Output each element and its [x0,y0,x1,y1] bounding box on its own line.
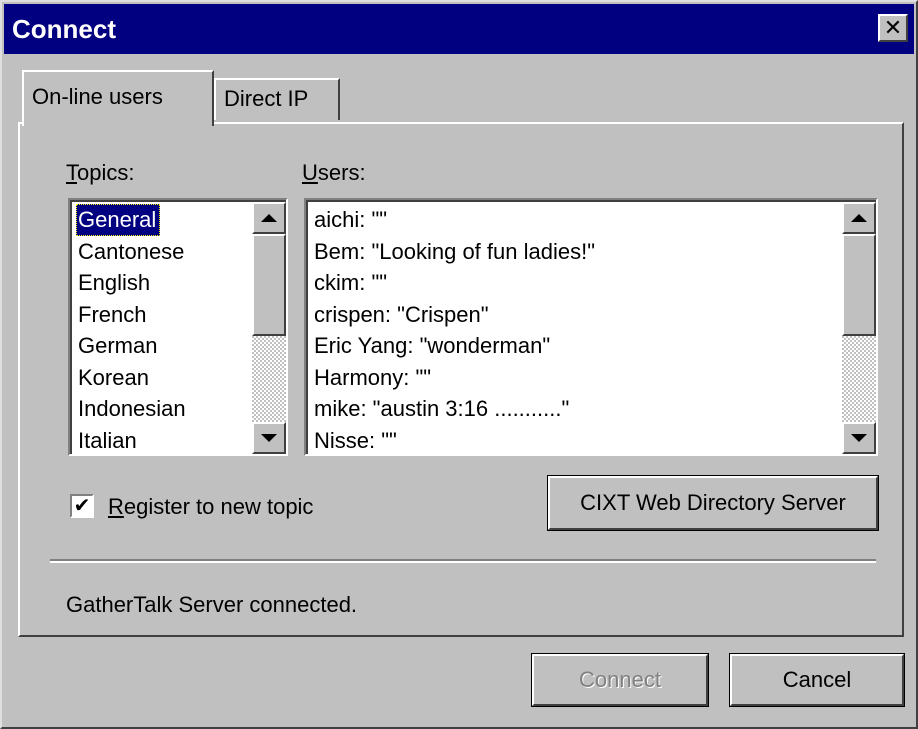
topics-label-text: Topics: [66,160,135,185]
topic-list-item[interactable]: Indonesian [76,393,190,425]
user-list-item[interactable]: mike: "austin 3:16 ..........." [312,393,599,425]
user-list-item[interactable]: crispen: "Crispen" [312,299,599,331]
topic-list-item[interactable]: English [76,267,190,299]
topic-list-item[interactable]: German [76,330,190,362]
user-list-item[interactable]: Eric Yang: "wonderman" [312,330,599,362]
user-list-item[interactable]: Bem: "Looking of fun ladies!" [312,236,599,268]
topic-list-item[interactable]: General [76,204,161,236]
scroll-down-icon[interactable] [252,422,286,454]
cancel-button-label: Cancel [782,667,852,692]
close-icon[interactable]: ✕ [878,14,908,42]
users-scroll-thumb[interactable] [842,234,876,336]
users-list: aichi: "" Bem: "Looking of fun ladies!" ck… [312,204,599,454]
user-list-item[interactable]: Harmony: "" [312,362,599,394]
tab-direct-ip-label: Direct IP [224,86,309,111]
users-listbox[interactable]: aichi: "" Bem: "Looking of fun ladies!" ck… [304,198,878,456]
user-list-item[interactable]: Nisse: "" [312,425,599,455]
user-list-item[interactable]: ckim: "" [312,267,599,299]
register-label[interactable]: Register to new topic [108,494,313,520]
title-bar: Connect ✕ [4,4,914,54]
status-text: GatherTalk Server connected. [66,592,357,618]
directory-server-button[interactable]: CIXT Web Directory Server [547,475,879,531]
window-title: Connect [12,14,116,44]
scroll-up-icon[interactable] [252,202,286,234]
cancel-button[interactable]: Cancel [729,653,905,707]
tab-online-users-label: On-line users [32,84,163,109]
scroll-down-icon[interactable] [842,422,876,454]
scroll-up-icon[interactable] [842,202,876,234]
topics-listbox[interactable]: General Cantonese English French German Korea… [68,198,288,456]
connect-dialog: Connect ✕ On-line users Direct IP Topics… [0,0,918,729]
topics-label: Topics: [66,160,134,186]
register-checkbox[interactable]: ✔ [70,494,94,518]
topics-scrollbar[interactable] [252,202,286,454]
topics-list: General Cantonese English French German Korea… [76,204,190,454]
checkmark-icon: ✔ [73,495,91,517]
topic-list-item[interactable]: French [76,299,190,331]
topic-list-item[interactable]: Cantonese [76,236,190,268]
status-text-value: GatherTalk Server connected. [66,592,358,617]
users-label-text: Users: [302,160,366,185]
users-scrollbar[interactable] [842,202,876,454]
separator [50,559,876,563]
tab-panel: Topics: Users: General Cantonese English Fr… [18,122,904,637]
tab-online-users[interactable]: On-line users [22,70,214,126]
register-label-text: Register to new topic [108,494,314,519]
users-label: Users: [302,160,366,186]
topics-scroll-thumb[interactable] [252,234,286,336]
directory-server-button-label: CIXT Web Directory Server [580,490,846,515]
topic-list-item[interactable]: Italian [76,425,190,455]
user-list-item[interactable]: aichi: "" [312,204,599,236]
connect-button[interactable]: Connect [531,653,709,707]
connect-button-label: Connect [579,667,661,692]
topic-list-item[interactable]: Korean [76,362,190,394]
tab-direct-ip[interactable]: Direct IP [214,78,340,120]
